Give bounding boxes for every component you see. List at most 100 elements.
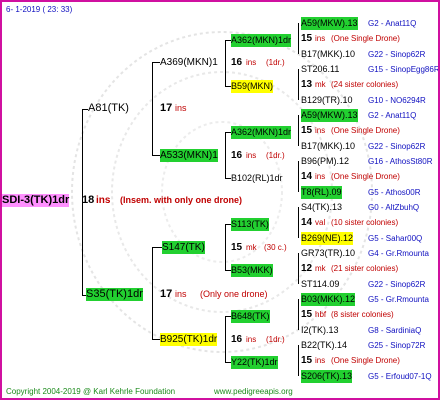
gen4-number: 13 [301, 79, 313, 90]
gen4-origin-line1: G5 - Gr.Rmounta [368, 295, 429, 304]
generated-timestamp: 6- 1-2019 ( 23: 33) [6, 5, 73, 14]
gen4-origin-line1: G2 - Anat11Q [368, 111, 417, 120]
gen2-queen-2: A533(MKN)1 [160, 149, 218, 162]
gen4-number: 15 [301, 355, 313, 366]
connector [225, 40, 226, 87]
gen4-insemination: hbf [315, 310, 327, 319]
gen2-number-2: 16 [231, 150, 243, 161]
gen4-insemination: ins [315, 172, 326, 181]
gen4-origin-line3: G5 - Erfoud07-1Q [368, 372, 432, 381]
gen1-insemination-2: ins [175, 289, 187, 299]
connector [225, 132, 226, 179]
gen3-queen-8: Y22(TK)1dr [231, 356, 278, 369]
root-number: 18 [82, 194, 95, 206]
gen2-insemination-4: ins [246, 335, 257, 344]
gen4-origin-line3: G10 - NO6294R [368, 96, 426, 105]
connector [298, 69, 299, 100]
gen4-note: (One Single Drone) [331, 172, 400, 181]
gen4-queen-line1: B96(PM).12 [301, 156, 350, 166]
gen3-queen-4: B102(RL)1dr [231, 173, 283, 183]
gen4-queen-line3: B17(MKK).10 [301, 141, 356, 151]
connector [298, 299, 299, 330]
root-note: (Insem. with only one drone) [120, 195, 243, 205]
gen4-queen-line1: GR73(TR).10 [301, 248, 356, 258]
gen4-insemination: val [315, 218, 326, 227]
gen4-origin-line1: G4 - Gr.Rmounta [368, 249, 429, 258]
gen4-origin-line3: G5 - Athos00R [368, 188, 421, 197]
gen2-insemination-1: ins [246, 58, 257, 67]
connector [225, 316, 226, 363]
gen4-note: (24 sister colonies) [331, 80, 399, 89]
gen4-queen-line1: B22(TK).14 [301, 340, 348, 350]
gen1-number-1: 17 [160, 102, 173, 114]
gen4-number: 14 [301, 217, 313, 228]
gen4-origin-line3: G22 - Sinop62R [368, 280, 426, 289]
connector [152, 62, 160, 63]
gen4-insemination: mk [315, 80, 326, 89]
connector [298, 207, 299, 238]
connector [152, 247, 162, 248]
gen2-number-4: 16 [231, 334, 243, 345]
connector [225, 224, 226, 271]
gen2-note-2: (1dr.) [266, 151, 285, 160]
gen4-queen-line3: B269(NE).12 [301, 232, 354, 245]
gen2-queen-3: S147(TK) [162, 241, 205, 254]
gen4-note: (10 sister colonies) [331, 218, 399, 227]
gen4-origin-line3: G22 - Sinop62R [368, 142, 426, 151]
gen1-queen-1: A81(TK) [88, 102, 129, 114]
gen2-note-1: (1dr.) [266, 58, 285, 67]
gen4-note: (One Single Drone) [331, 356, 400, 365]
gen4-number: 12 [301, 263, 313, 274]
connector [152, 247, 153, 340]
gen4-queen-line3: I2(TK).13 [301, 325, 339, 335]
gen2-queen-4: B925(TK)1dr [160, 333, 218, 346]
root-insemination: ins [96, 195, 111, 206]
root-queen: SDI-3(TK)1dr [2, 194, 70, 207]
gen4-note: (One Single Drone) [331, 34, 400, 43]
gen4-queen-line3: ST114.09 [301, 279, 340, 289]
gen4-insemination: ins [315, 126, 326, 135]
gen4-origin-line1: G0 - AltZbuhQ [368, 203, 420, 212]
gen4-note: (8 sister colonies) [331, 310, 394, 319]
connector [298, 161, 299, 192]
connector [298, 23, 299, 54]
gen4-note: (One Single Drone) [331, 126, 400, 135]
gen3-queen-6: B53(MKK) [231, 264, 273, 277]
gen3-queen-3: A362(MKN)1dr [231, 126, 292, 139]
gen4-number: 15 [301, 125, 313, 136]
gen4-queen-line3: S206(TK).13 [301, 370, 353, 383]
gen1-number-2: 17 [160, 288, 173, 300]
gen1-note-2: (Only one drone) [200, 289, 268, 299]
gen4-queen-line3: B129(TR).10 [301, 95, 353, 105]
gen2-note-3: (30 c.) [264, 243, 287, 252]
gen1-queen-2: S35(TK)1dr [86, 288, 143, 301]
gen4-queen-line3: B17(MKK).10 [301, 49, 356, 59]
gen4-origin-line1: G2 - Anat11Q [368, 19, 417, 28]
copyright-notice: Copyright 2004-2019 @ Karl Kehrle Founda… [6, 387, 176, 396]
gen4-origin-line1: G25 - Sinop72R [368, 341, 426, 350]
gen2-number-3: 15 [231, 242, 243, 253]
gen2-number-1: 16 [231, 57, 243, 68]
gen4-queen-line1: S4(TK).13 [301, 202, 343, 212]
gen4-queen-line1: A59(MKW).13 [301, 109, 358, 122]
gen4-queen-line1: B03(MKK).12 [301, 293, 356, 306]
gen4-origin-line3: G8 - SardiniaQ [368, 326, 422, 335]
gen4-number: 14 [301, 171, 313, 182]
gen4-origin-line3: G22 - Sinop62R [368, 50, 426, 59]
gen4-origin-line3: G5 - Sahar00Q [368, 234, 423, 243]
connector [152, 62, 153, 156]
connector [298, 115, 299, 146]
gen4-queen-line3: T8(RL).09 [301, 186, 342, 199]
gen2-queen-1: A369(MKN)1 [160, 57, 218, 68]
gen3-queen-2: B59(MKN) [231, 80, 274, 93]
gen2-note-4: (1dr.) [266, 335, 285, 344]
gen4-origin-line1: G16 - AthosSt80R [368, 157, 433, 166]
gen4-number: 15 [301, 309, 313, 320]
pedigree-chart: 6- 1-2019 ( 23: 33) SDI-3(TK)1dr 18 ins … [0, 0, 440, 400]
gen4-insemination: mk [315, 264, 326, 273]
gen2-insemination-3: mk [246, 243, 257, 252]
connector [152, 155, 160, 156]
gen3-queen-7: B648(TK) [231, 310, 270, 323]
gen3-queen-1: A362(MKN)1dr [231, 34, 292, 47]
website-url: www.pedigreeapis.org [214, 387, 293, 396]
